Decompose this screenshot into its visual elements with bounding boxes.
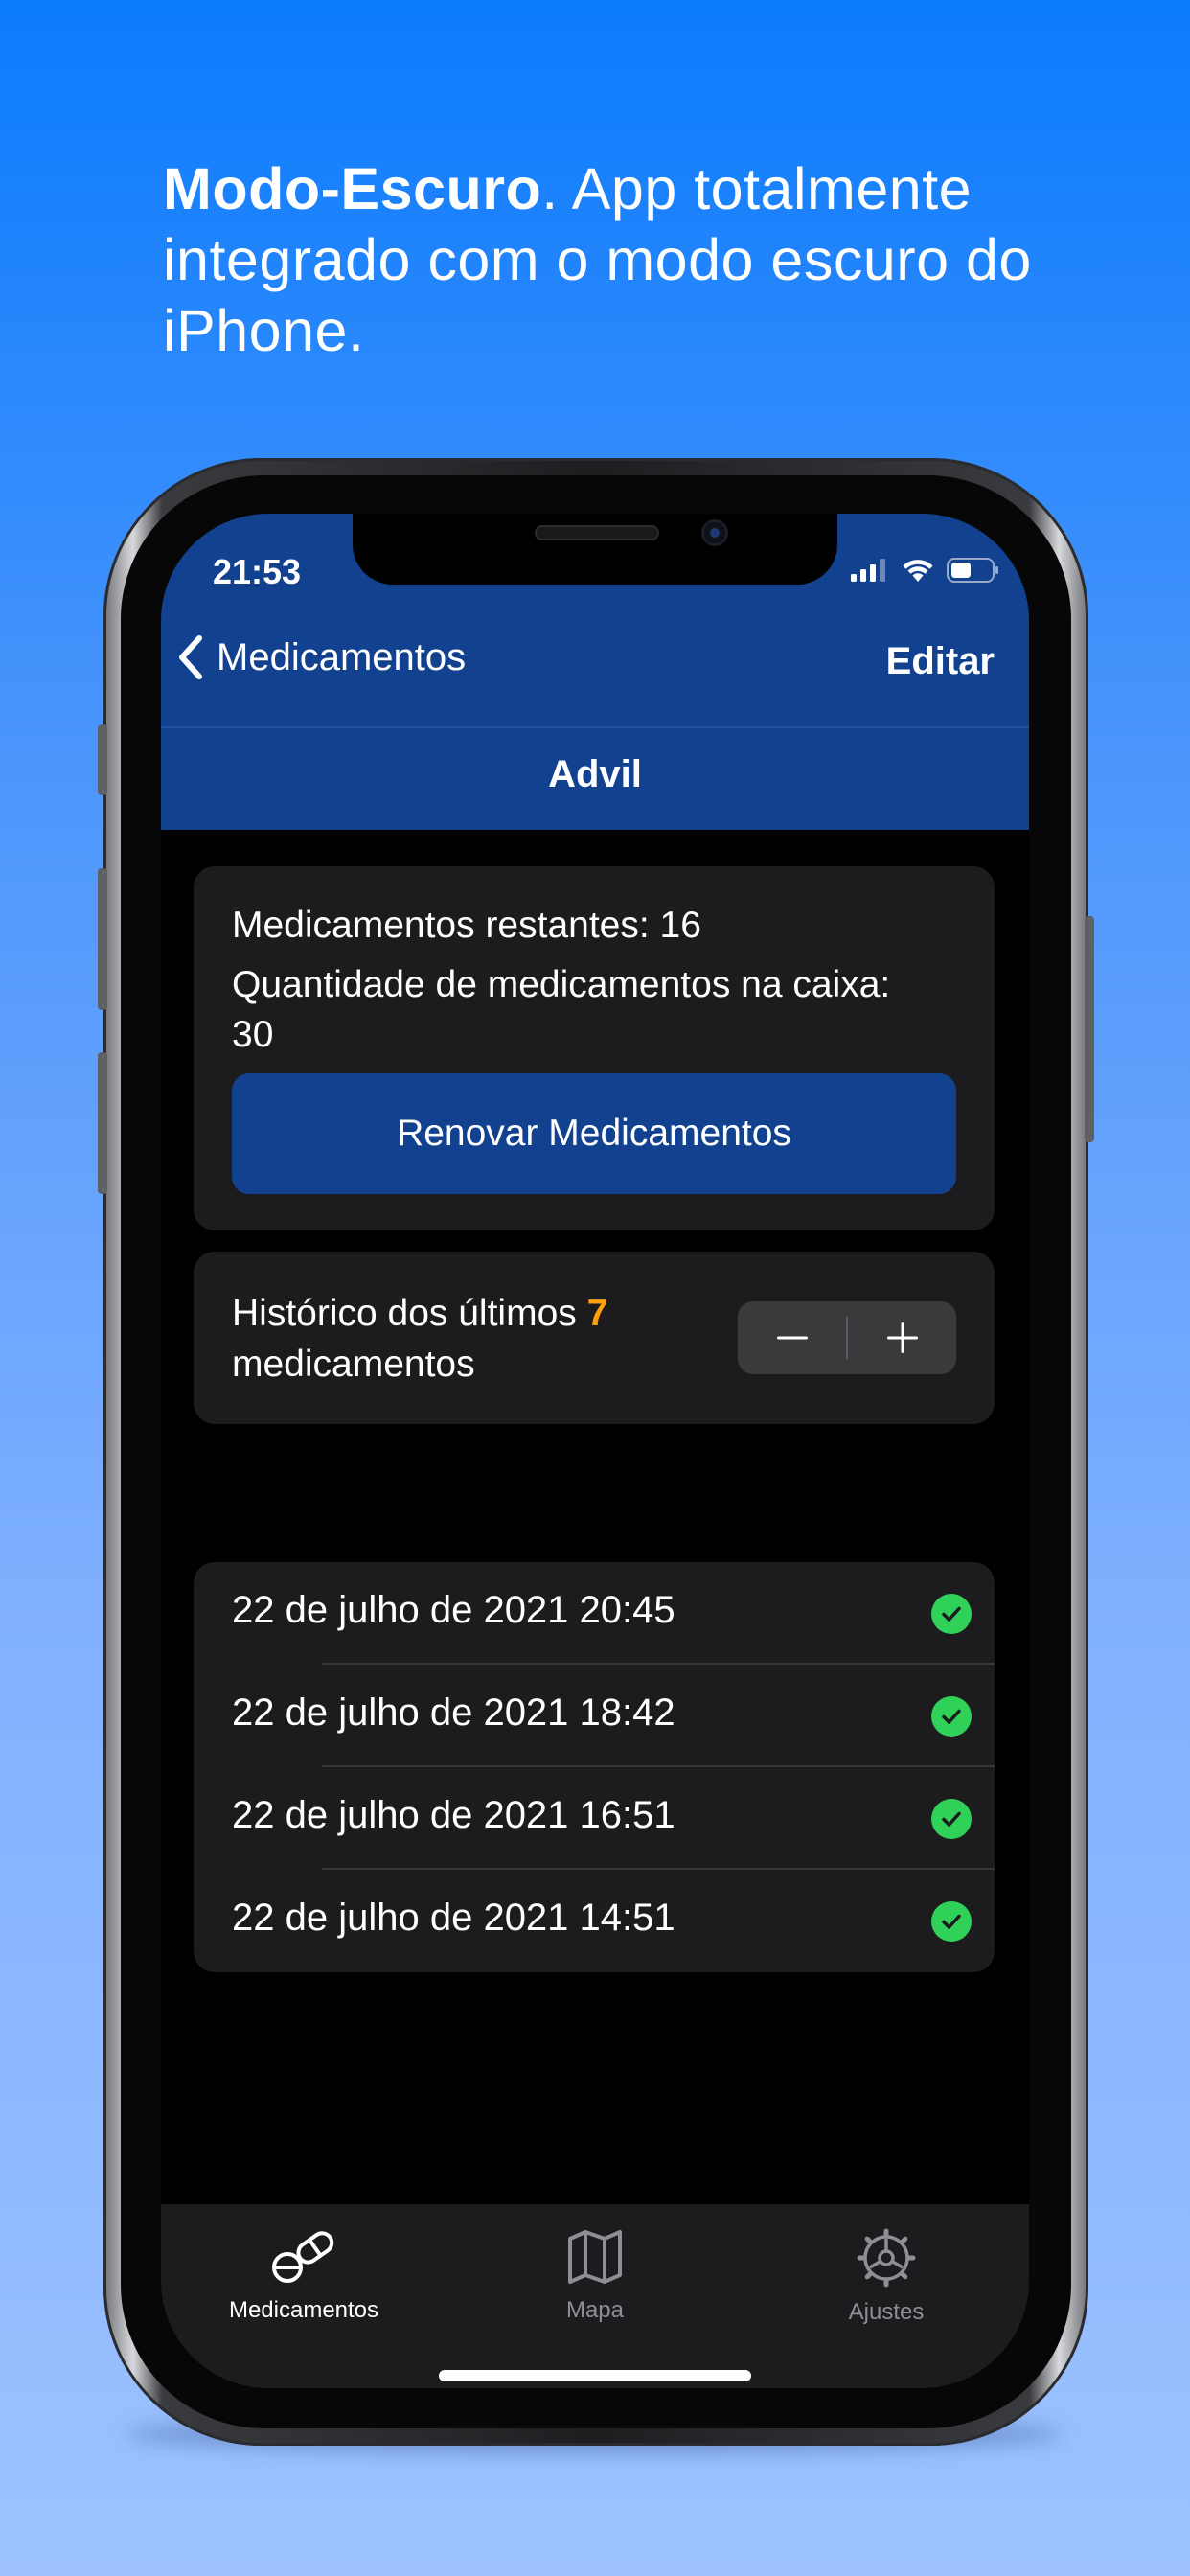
- check-icon: [931, 1594, 972, 1634]
- mute-switch: [98, 724, 107, 795]
- increment-button[interactable]: [848, 1301, 956, 1374]
- history-date: 22 de julho de 2021 14:51: [232, 1897, 675, 1939]
- camera: [701, 519, 728, 546]
- history-count: 7: [586, 1293, 608, 1334]
- plus-icon: [886, 1322, 918, 1353]
- wifi-icon: [903, 560, 933, 582]
- history-row[interactable]: 22 de julho de 2021 16:51: [194, 1767, 995, 1870]
- battery-icon: [947, 558, 998, 583]
- volume-up-button: [98, 868, 107, 1010]
- tab-label: Ajustes: [848, 2299, 925, 2325]
- page-title: Advil: [548, 753, 642, 795]
- box-quantity-label: Quantidade de medicamentos na caixa:: [232, 964, 891, 1005]
- power-button: [1085, 916, 1094, 1142]
- remaining-count: Medicamentos restantes: 16: [232, 905, 701, 946]
- promo-headline: Modo-Escuro. App totalmente integrado co…: [163, 153, 1083, 366]
- home-indicator[interactable]: [439, 2370, 751, 2381]
- history-date: 22 de julho de 2021 18:42: [232, 1691, 675, 1734]
- pills-icon: [272, 2231, 334, 2283]
- minus-icon: [776, 1336, 808, 1340]
- history-row[interactable]: 22 de julho de 2021 18:42: [194, 1665, 995, 1767]
- history-date: 22 de julho de 2021 20:45: [232, 1589, 675, 1631]
- tab-label: Mapa: [565, 2297, 625, 2323]
- renew-button[interactable]: Renovar Medicamentos: [232, 1073, 956, 1194]
- tab-mapa[interactable]: Mapa: [490, 2227, 700, 2324]
- phone-screen: 21:53 Medicamentos Editar Advil Medicame…: [161, 514, 1029, 2388]
- check-icon: [931, 1696, 972, 1736]
- tab-ajustes[interactable]: Ajustes: [781, 2227, 992, 2326]
- signal-icon: [851, 559, 885, 582]
- history-prefix: Histórico dos últimos: [232, 1293, 587, 1334]
- chevron-left-icon: [179, 635, 202, 679]
- gear-icon: [857, 2228, 916, 2288]
- summary-card: Medicamentos restantes: 16 Quantidade de…: [194, 866, 995, 1230]
- volume-down-button: [98, 1052, 107, 1194]
- headline-bold: Modo-Escuro: [163, 156, 542, 221]
- box-quantity-value: 30: [232, 1014, 274, 1055]
- status-icons: [851, 556, 1000, 585]
- notch: [353, 514, 837, 585]
- map-icon: [568, 2230, 622, 2284]
- check-icon: [931, 1799, 972, 1839]
- check-icon: [931, 1901, 972, 1942]
- history-date: 22 de julho de 2021 16:51: [232, 1794, 675, 1836]
- history-list: 22 de julho de 2021 20:45 22 de julho de…: [194, 1562, 995, 1972]
- nav-row: Medicamentos Editar: [161, 617, 1029, 698]
- history-row[interactable]: 22 de julho de 2021 20:45: [194, 1562, 995, 1665]
- history-settings-card: Histórico dos últimos 7 medicamentos: [194, 1252, 995, 1424]
- tab-bar: Medicamentos Mapa Ajustes: [161, 2204, 1029, 2388]
- edit-button[interactable]: Editar: [886, 640, 995, 683]
- tab-medicamentos[interactable]: Medicamentos: [198, 2227, 409, 2324]
- nav-divider: [161, 726, 1029, 728]
- tab-label: Medicamentos: [228, 2297, 379, 2323]
- history-suffix: medicamentos: [232, 1344, 475, 1385]
- history-label: Histórico dos últimos 7 medicamentos: [232, 1288, 607, 1390]
- back-button[interactable]: Medicamentos: [176, 629, 466, 686]
- status-time: 21:53: [213, 552, 302, 591]
- history-row[interactable]: 22 de julho de 2021 14:51: [194, 1870, 995, 1972]
- speaker-grille: [535, 525, 659, 540]
- history-stepper: [738, 1301, 956, 1374]
- decrement-button[interactable]: [738, 1301, 846, 1374]
- back-label: Medicamentos: [217, 635, 467, 678]
